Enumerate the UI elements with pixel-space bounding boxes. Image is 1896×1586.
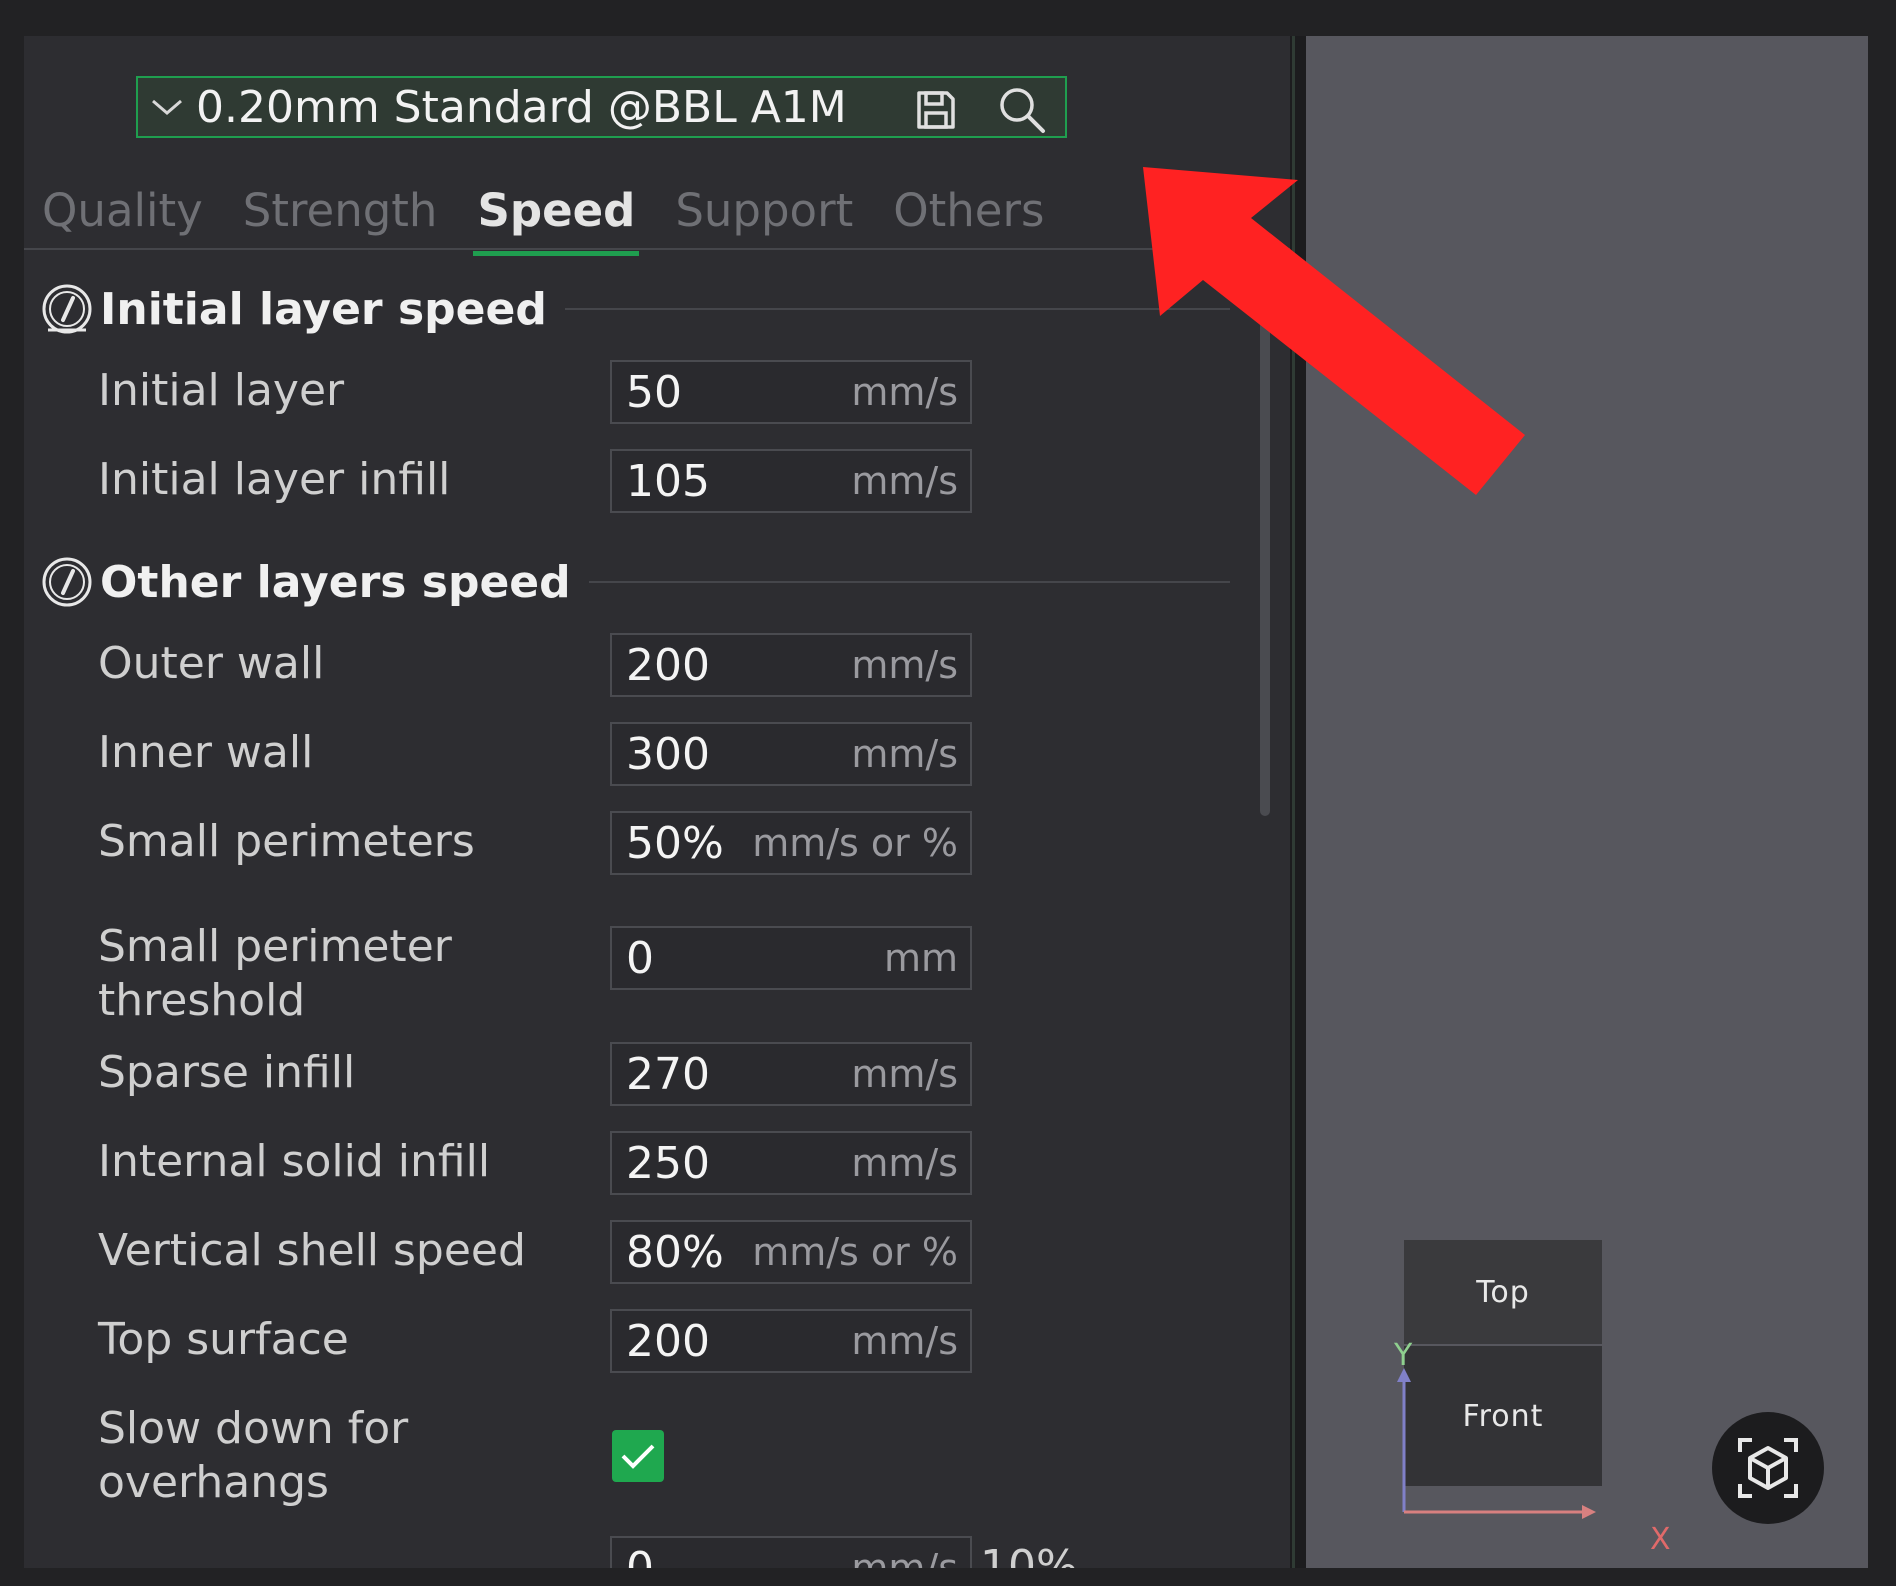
setting-row-partial: 0 mm/s 10% [24,1536,1244,1568]
tab-speed[interactable]: Speed [473,184,640,256]
tab-support[interactable]: Support [675,184,853,248]
field-value: 0 [626,1542,654,1569]
setting-label: Small perimeters [98,816,475,867]
tab-strength[interactable]: Strength [243,184,438,248]
field-unit: mm/s [851,370,958,414]
field-value: 270 [626,1048,710,1100]
setting-label: Initial layer infill [98,454,451,505]
field-value: 80% [626,1226,724,1278]
field-value: 50% [626,817,724,869]
setting-row: Sparse infill 270 mm/s [24,1042,1244,1112]
save-icon[interactable] [908,82,964,138]
field-unit: mm/s [851,1052,958,1096]
checkmark-icon [621,1444,655,1469]
vertical-shell-speed-input[interactable]: 80% mm/s or % [610,1220,972,1284]
setting-row: Slow down for overhangs [24,1402,1244,1522]
print-settings-panel: 0.20mm Standard @BBL A1M Quality Strengt… [24,36,1290,1568]
small-perimeter-threshold-input[interactable]: 0 mm [610,926,972,990]
field-unit: mm/s [851,643,958,687]
chevron-down-icon [148,97,186,117]
field-unit: mm/s [851,1546,958,1568]
tab-divider [24,248,1290,250]
setting-label: Outer wall [98,638,325,689]
settings-tabs: Quality Strength Speed Support Others [42,184,1084,256]
field-value: 0 [626,932,654,984]
section-title: Initial layer speed [100,283,547,335]
section-initial-layer-speed: Initial layer speed [40,282,1230,336]
settings-scrollbar[interactable] [1260,286,1270,816]
speedometer-icon [42,557,92,607]
setting-row: Inner wall 300 mm/s [24,722,1244,792]
field-value: 300 [626,728,710,780]
overhang-speed-input[interactable]: 0 mm/s [610,1536,972,1568]
setting-label: Small perimeter threshold [98,921,452,1026]
section-rule [588,581,1230,583]
field-value: 200 [626,639,710,691]
axis-gizmo [1397,1368,1596,1519]
field-unit: mm/s [851,732,958,776]
overhang-threshold-label: 10% [980,1541,1078,1568]
section-other-layers-speed: Other layers speed [40,555,1230,609]
field-unit: mm/s [851,459,958,503]
setting-row: Initial layer 50 mm/s [24,360,1244,430]
section-rule [564,308,1230,310]
internal-solid-infill-speed-input[interactable]: 250 mm/s [610,1131,972,1195]
speedometer-icon [42,284,92,334]
field-unit: mm/s or % [752,821,958,865]
setting-row: Small perimeter threshold 0 mm [24,921,1244,1046]
field-value: 105 [626,455,710,507]
sparse-infill-speed-input[interactable]: 270 mm/s [610,1042,972,1106]
preset-name: 0.20mm Standard @BBL A1M [196,81,847,133]
setting-label: Inner wall [98,727,314,778]
setting-row: Top surface 200 mm/s [24,1309,1244,1379]
axis-y-label: Y [1394,1338,1413,1373]
field-value: 200 [626,1315,710,1367]
top-surface-speed-input[interactable]: 200 mm/s [610,1309,972,1373]
field-unit: mm/s [851,1141,958,1185]
field-unit: mm/s [851,1319,958,1363]
setting-row: Small perimeters 50% mm/s or % [24,811,1244,881]
initial-layer-infill-input[interactable]: 105 mm/s [610,449,972,513]
setting-label: Slow down for overhangs [98,1403,409,1508]
setting-label: Sparse infill [98,1047,356,1098]
field-value: 250 [626,1137,710,1189]
3d-viewport[interactable]: Top Front Y X [1306,36,1868,1568]
inner-wall-speed-input[interactable]: 300 mm/s [610,722,972,786]
setting-label: Internal solid infill [98,1136,491,1187]
setting-label: Vertical shell speed [98,1225,526,1276]
setting-row: Outer wall 200 mm/s [24,633,1244,703]
setting-row: Internal solid infill 250 mm/s [24,1131,1244,1201]
cube-view-icon [1738,1438,1798,1498]
panel-splitter[interactable] [1290,36,1306,1568]
viewcube-top-face[interactable]: Top [1404,1240,1602,1344]
setting-label: Top surface [98,1314,349,1365]
view-reset-button[interactable] [1712,1412,1824,1524]
section-title: Other layers speed [100,556,571,608]
field-value: 50 [626,366,682,418]
axis-x-label: X [1650,1522,1671,1557]
field-unit: mm [883,936,958,980]
search-icon[interactable] [994,82,1050,138]
setting-row: Initial layer infill 105 mm/s [24,449,1244,519]
initial-layer-speed-input[interactable]: 50 mm/s [610,360,972,424]
setting-row: Vertical shell speed 80% mm/s or % [24,1220,1244,1290]
field-unit: mm/s or % [752,1230,958,1274]
tab-others[interactable]: Others [893,184,1044,248]
setting-label: Initial layer [98,365,345,416]
tab-quality[interactable]: Quality [42,184,203,248]
slow-down-overhangs-checkbox[interactable] [612,1430,664,1482]
outer-wall-speed-input[interactable]: 200 mm/s [610,633,972,697]
small-perimeters-speed-input[interactable]: 50% mm/s or % [610,811,972,875]
